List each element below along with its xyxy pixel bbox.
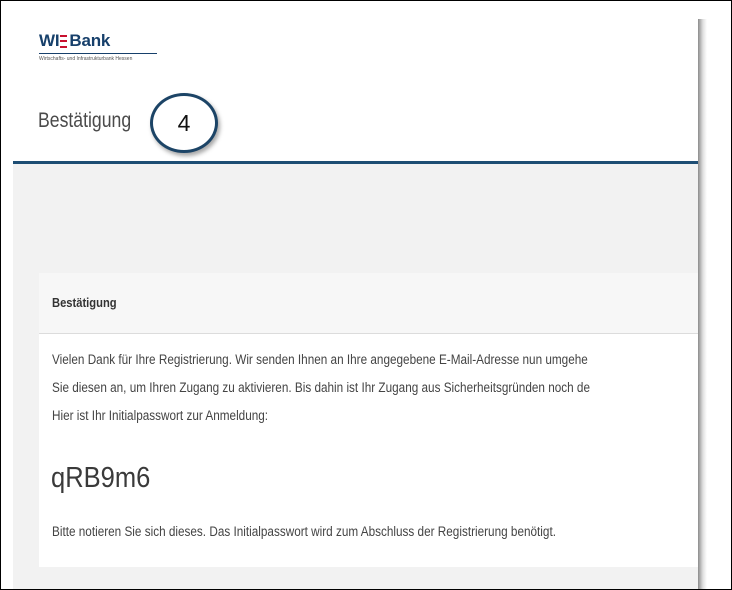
logo-underline [39,53,157,54]
logo-bars-icon [60,34,68,48]
panel-header: Bestätigung [39,273,698,334]
password-note-text: Bitte notieren Sie sich dieses. Das Init… [52,524,556,539]
password-intro-text: Hier ist Ihr Initialpasswort zur Anmeldu… [52,408,269,423]
page-header: WI Bank Wirtschafts- und Infrastrukturba… [13,15,698,164]
logo-wordmark: WI Bank [39,32,164,50]
confirmation-panel: Bestätigung Vielen Dank für Ihre Registr… [39,273,698,567]
panel-title: Bestätigung [52,295,117,310]
logo-subtitle: Wirtschafts- und Infrastrukturbank Hesse… [39,56,133,62]
wibank-logo[interactable]: WI Bank Wirtschafts- und Infrastrukturba… [39,32,164,62]
browser-page: WI Bank Wirtschafts- und Infrastrukturba… [13,15,698,589]
window-shadow [698,19,707,589]
logo-wi-text: WI [39,31,60,50]
logo-bank-text: Bank [69,31,111,50]
confirmation-text-line-2: Sie diesen an, um Ihren Zugang zu aktivi… [52,380,590,395]
confirmation-text-line-1: Vielen Dank für Ihre Registrierung. Wir … [52,352,588,367]
step-number-callout: 4 [150,93,218,153]
page-title: Bestätigung [38,109,132,132]
screenshot-frame: WI Bank Wirtschafts- und Infrastrukturba… [0,0,732,590]
initial-password: qRB9m6 [51,462,151,494]
